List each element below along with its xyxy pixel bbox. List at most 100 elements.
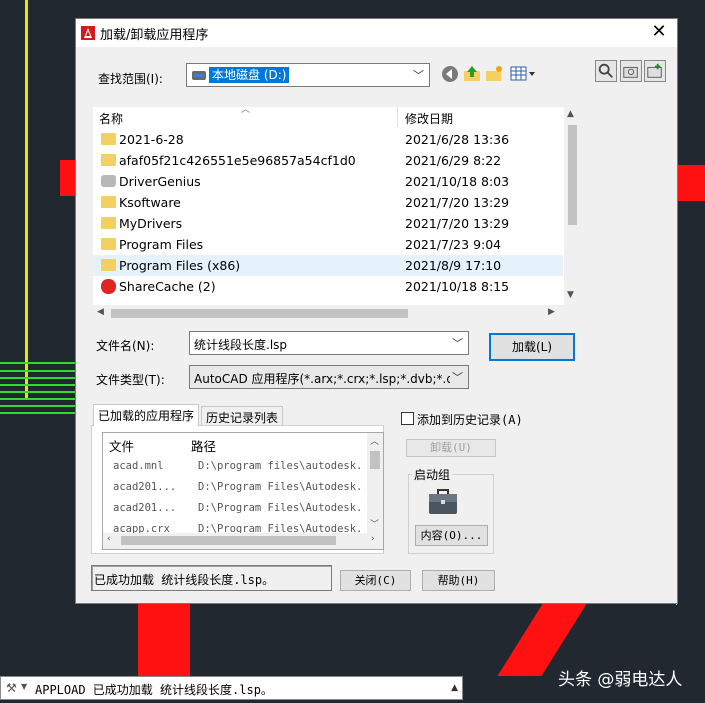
help-button[interactable]: 帮助(H) [422,570,495,591]
add-folder-icon [647,63,662,78]
new-folder-icon[interactable] [485,65,503,83]
filetype-label: 文件类型(T): [96,373,165,387]
file-name: Program Files [119,237,204,252]
search-web-button[interactable] [595,60,617,82]
scroll-down-icon[interactable]: ▼ [567,290,574,300]
scroll-left-icon[interactable]: ◀ [97,307,104,317]
dialog-title: 加载/卸载应用程序 [100,28,209,43]
folder-icon [101,217,116,229]
file-modified-date: 2021/7/20 13:29 [405,195,510,210]
file-list-row[interactable]: DriverGenius 2021/10/18 8:03 [93,171,563,192]
folder-icon [101,238,116,250]
chevron-down-icon[interactable]: ▼ [21,682,27,691]
unload-button[interactable]: 卸载(U) [406,439,496,457]
add-history-checkbox[interactable] [401,412,414,425]
column-name-header[interactable]: 名称 [99,110,123,127]
file-name: Program Files (x86) [119,258,241,273]
scroll-thumb[interactable] [121,536,336,545]
up-folder-icon[interactable] [463,65,481,83]
look-in-label: 查找范围(I): [98,72,163,86]
loaded-app-path: D:\Program Files\Autodesk... [198,523,365,533]
scroll-left-icon[interactable]: ‹ [107,534,111,544]
chevron-down-icon: ﹀ [452,371,463,384]
scroll-thumb[interactable] [568,125,577,225]
filename-input[interactable]: 统计线段长度.lsp ﹀ [189,331,469,355]
drive-icon [192,71,206,80]
view-menu-icon[interactable] [510,65,536,83]
folder-icon [101,259,116,271]
loaded-app-row[interactable]: acapp.crx D:\Program Files\Autodesk... [103,520,365,533]
loaded-apps-vertical-scrollbar[interactable]: ︿ ﹀ [367,433,383,533]
file-list-row[interactable]: MyDrivers 2021/7/20 13:29 [93,213,563,234]
loaded-app-row[interactable]: acad.mnl D:\program files\autodesk... [103,457,365,478]
look-in-dropdown[interactable]: 本地磁盘 (D:) ﹀ [186,63,430,87]
file-list-header: ︿ 名称 修改日期 [93,105,563,127]
loaded-apps-panel: 文件 路径 acad.mnl D:\program files\autodesk.… [91,425,384,554]
file-modified-date: 2021/7/20 13:29 [405,216,510,231]
cad-green-line [0,362,75,364]
loaded-app-row[interactable]: acad201... D:\Program Files\Autodesk... [103,478,365,499]
loaded-app-path: D:\Program Files\Autodesk... [198,481,365,493]
cad-green-line [0,391,75,393]
find-file-button[interactable] [620,60,642,82]
file-list-row[interactable]: 2021-6-28 2021/6/28 13:36 [93,129,563,150]
back-icon[interactable] [441,65,459,83]
scroll-thumb[interactable] [111,309,408,318]
command-line[interactable]: ⚒ ▼ APPLOAD 已成功加载 统计线段长度.lsp。 ▲ [0,676,463,700]
filename-value: 统计线段长度.lsp [194,338,288,352]
file-modified-date: 2021/10/18 8:15 [405,279,510,294]
tab-history-list[interactable]: 历史记录列表 [201,406,284,426]
file-list-row[interactable]: Ksoftware 2021/7/20 13:29 [93,192,563,213]
file-name: DriverGenius [119,174,201,189]
filetype-dropdown[interactable]: AutoCAD 应用程序(*.arx;*.crx;*.lsp;*.dvb;*.d… [189,365,469,389]
tab-loaded-apps[interactable]: 已加载的应用程序 [93,404,200,426]
file-list-horizontal-scrollbar[interactable]: ◀ ▶ [93,305,581,322]
scroll-up-icon[interactable]: ︿ [370,434,379,447]
chevron-up-icon[interactable]: ▲ [451,683,458,693]
file-modified-date: 2021/6/29 8:22 [405,153,502,168]
contents-button[interactable]: 内容(O)... [415,525,488,546]
scroll-thumb[interactable] [370,451,380,469]
column-modified-header[interactable]: 修改日期 [405,110,453,127]
startup-group-label: 启动组 [412,466,453,483]
loaded-app-row[interactable]: acad201... D:\Program Files\Autodesk... [103,499,365,520]
loaded-app-path: D:\program files\autodesk... [198,460,365,472]
file-list-row[interactable]: afaf05f21c426551e5e96857a54cf1d0 2021/6/2… [93,150,563,171]
wrench-icon[interactable]: ⚒ [6,681,20,695]
file-list-row[interactable]: Program Files 2021/7/23 9:04 [93,234,563,255]
folder-icon [101,133,116,145]
add-favorite-button[interactable] [644,60,666,82]
status-box: 已成功加载 统计线段长度.lsp。 [91,565,332,591]
file-modified-date: 2021/7/23 9:04 [405,237,502,252]
scroll-down-icon[interactable]: ﹀ [370,517,379,530]
sort-ascending-icon: ︿ [241,105,251,115]
title-bar[interactable]: 加载/卸载应用程序 ✕ [76,19,677,47]
close-button[interactable]: 关闭(C) [340,570,411,591]
file-name: MyDrivers [119,216,183,231]
file-list-row[interactable]: Program Files (x86) 2021/8/9 17:10 [93,255,563,276]
loaded-apps-table[interactable]: 文件 路径 acad.mnl D:\program files\autodesk.… [102,432,384,550]
look-in-value: 本地磁盘 (D:) [209,67,290,83]
loaded-app-file: acad201... [113,502,177,514]
file-name: Ksoftware [119,195,181,210]
file-list-row[interactable]: ShareCache (2) 2021/10/18 8:15 [93,276,563,297]
status-text: 已成功加载 统计线段长度.lsp。 [94,573,275,587]
scroll-up-icon[interactable]: ▲ [567,109,574,119]
filename-label: 文件名(N): [96,339,155,353]
command-line-text: APPLOAD 已成功加载 统计线段长度.lsp。 [35,683,273,697]
loaded-app-file: acapp.crx [113,523,170,533]
file-list-vertical-scrollbar[interactable]: ▲ ▼ [564,107,581,305]
cad-red-shape [60,160,76,196]
loaded-apps-horizontal-scrollbar[interactable]: ‹ › [103,533,383,549]
file-modified-date: 2021/6/28 13:36 [405,132,510,147]
file-name: 2021-6-28 [119,132,184,147]
close-icon[interactable]: ✕ [649,21,669,43]
scroll-right-icon[interactable]: ▶ [548,307,555,317]
file-list[interactable]: ︿ 名称 修改日期 2021-6-28 2021/6/28 13:36 afaf05… [93,105,581,322]
load-button[interactable]: 加载(L) [489,333,575,361]
cad-green-line [0,412,75,414]
filetype-value: AutoCAD 应用程序(*.arx;*.crx;*.lsp;*.dvb;*.d… [194,372,450,386]
loaded-app-path: D:\Program Files\Autodesk... [198,502,365,514]
scroll-right-icon[interactable]: › [371,534,375,544]
add-history-label: 添加到历史记录(A) [417,413,523,427]
